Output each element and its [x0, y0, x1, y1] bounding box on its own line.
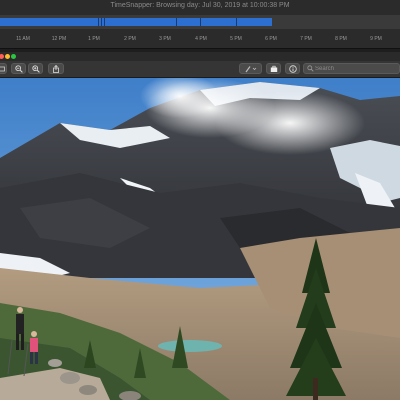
- hour-label: 4 PM: [195, 36, 207, 42]
- timeline-marker: [101, 18, 102, 26]
- timeline-marker: [236, 18, 237, 26]
- search-icon: [307, 65, 314, 72]
- minimize-window-button[interactable]: [5, 54, 10, 59]
- timeline-hour-labels: 11 AM 12 PM 1 PM 2 PM 3 PM 4 PM 5 PM 6 P…: [0, 36, 400, 46]
- hour-label: 1 PM: [88, 36, 100, 42]
- hour-label: 8 PM: [335, 36, 347, 42]
- timeline-marker: [176, 18, 177, 26]
- zoom-in-icon: [31, 64, 40, 73]
- mountain-landscape-image: [0, 78, 400, 400]
- viewer-toolbar: [0, 61, 400, 78]
- viewer-titlebar: [0, 52, 400, 61]
- hour-label: 9 PM: [370, 36, 382, 42]
- hour-label: 5 PM: [230, 36, 242, 42]
- briefcase-icon: [270, 65, 277, 72]
- timeline-marker: [98, 18, 99, 26]
- timeline-title: TimeSnapper: Browsing day: Jul 30, 2019 …: [110, 2, 290, 9]
- hour-label: 3 PM: [159, 36, 171, 42]
- hour-label: 6 PM: [265, 36, 277, 42]
- timeline-track[interactable]: [0, 15, 400, 29]
- search-field[interactable]: [303, 63, 400, 74]
- hour-label: 7 PM: [300, 36, 312, 42]
- search-input[interactable]: [315, 64, 395, 73]
- timeline-activity-bar[interactable]: [0, 18, 272, 26]
- zoom-out-button[interactable]: [11, 63, 26, 74]
- zoom-in-button[interactable]: [28, 63, 43, 74]
- briefcase-button[interactable]: [266, 63, 281, 74]
- timeline-marker: [200, 18, 201, 26]
- timeline-marker: [104, 18, 105, 26]
- share-button[interactable]: [48, 63, 64, 74]
- close-window-button[interactable]: [0, 54, 4, 59]
- markup-button[interactable]: [239, 63, 262, 74]
- info-icon: [288, 64, 297, 73]
- hour-label: 11 AM: [16, 36, 30, 42]
- pen-markup-icon: [245, 65, 256, 72]
- fit-window-button[interactable]: [0, 63, 7, 74]
- zoom-out-icon: [14, 64, 23, 73]
- info-button[interactable]: [285, 63, 300, 74]
- zoom-window-button[interactable]: [11, 54, 16, 59]
- hour-label: 12 PM: [51, 36, 67, 42]
- share-icon: [53, 64, 59, 73]
- fit-window-icon: [0, 66, 5, 71]
- hour-label: 2 PM: [124, 36, 136, 42]
- timeline-window: TimeSnapper: Browsing day: Jul 30, 2019 …: [0, 0, 400, 49]
- image-viewer-window: [0, 52, 400, 400]
